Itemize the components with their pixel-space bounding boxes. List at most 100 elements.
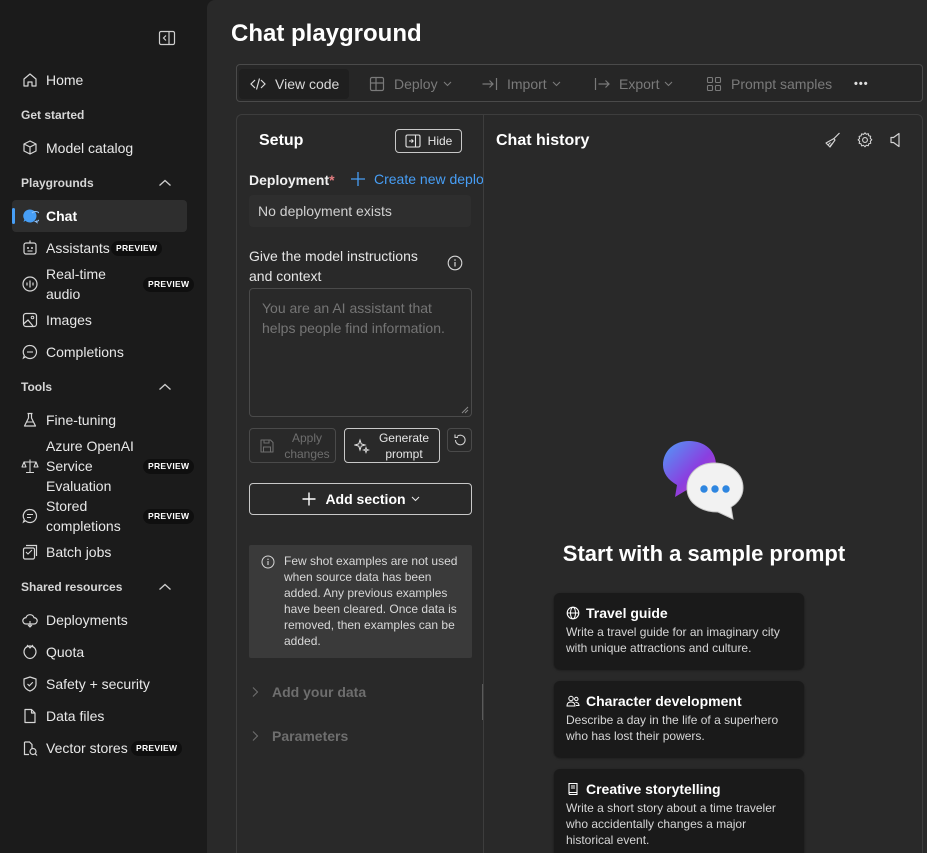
- view-code-button[interactable]: View code: [239, 69, 350, 99]
- flask-icon: [21, 411, 39, 429]
- sidebar-item-label: Deployments: [46, 612, 128, 628]
- section-shared-resources: Shared resources: [21, 580, 123, 594]
- preview-badge: PREVIEW: [143, 459, 195, 474]
- sample-prompt-card[interactable]: Travel guide Write a travel guide for an…: [554, 593, 804, 669]
- sidebar-item-quota[interactable]: Quota: [12, 636, 187, 668]
- import-button[interactable]: Import: [471, 69, 571, 99]
- generate-prompt-button[interactable]: Generate prompt: [344, 428, 440, 463]
- resize-grip-icon[interactable]: [461, 406, 469, 414]
- setup-pane: Setup Hide Deployment* Create new deploy…: [236, 114, 484, 853]
- notice-text: Few shot examples are not used when sour…: [284, 554, 458, 648]
- panel-hide-icon: [405, 134, 421, 148]
- sample-prompt-title: Travel guide: [586, 605, 668, 621]
- chevron-down-icon: [664, 81, 673, 87]
- speaker-icon[interactable]: [888, 131, 906, 149]
- sample-prompt-card[interactable]: Character development Describe a day in …: [554, 681, 804, 757]
- sidebar-item-deployments[interactable]: Deployments: [12, 604, 187, 636]
- sidebar-item-fine-tuning[interactable]: Fine-tuning: [12, 404, 187, 436]
- sample-prompt-card[interactable]: Creative storytelling Write a short stor…: [554, 769, 804, 853]
- sidebar-item-label: Batch jobs: [46, 544, 112, 560]
- sidebar-item-data-files[interactable]: Data files: [12, 700, 187, 732]
- section-get-started: Get started: [21, 108, 85, 122]
- sidebar-item-label: Data files: [46, 708, 105, 724]
- more-options-button[interactable]: •••: [844, 69, 879, 99]
- export-button[interactable]: Export: [583, 69, 683, 99]
- globe-icon: [566, 606, 580, 620]
- import-icon: [481, 75, 499, 93]
- people-icon: [566, 694, 580, 708]
- sidebar-item-label: Home: [46, 72, 84, 88]
- home-icon: [21, 71, 39, 89]
- sidebar-item-label: Fine-tuning: [46, 412, 117, 428]
- sidebar-item-chat[interactable]: Chat: [12, 200, 187, 232]
- main-panel: Chat playground View code Deploy Import …: [207, 0, 927, 853]
- chevron-up-icon[interactable]: [158, 178, 172, 188]
- sidebar-item-home[interactable]: Home: [12, 64, 187, 96]
- sidebar-item-label: Completions: [46, 344, 124, 360]
- sidebar: Home Get started Model catalog Playgroun…: [0, 0, 207, 853]
- reset-button[interactable]: [447, 428, 472, 452]
- sample-prompt-heading: Start with a sample prompt: [562, 541, 846, 566]
- sidebar-item-label: Images: [46, 312, 92, 328]
- required-mark: *: [329, 172, 335, 188]
- sidebar-item-batch-jobs[interactable]: Batch jobs: [12, 536, 187, 568]
- few-shot-notice: Few shot examples are not used when sour…: [249, 545, 472, 658]
- preview-badge: PREVIEW: [111, 241, 163, 256]
- assistant-icon: [21, 239, 39, 257]
- sample-prompt-title: Creative storytelling: [586, 781, 721, 797]
- gear-icon[interactable]: [856, 131, 874, 149]
- sample-prompt-desc: Write a short story about a time travele…: [566, 801, 776, 847]
- create-deployment-link[interactable]: Create new deployment: [349, 170, 483, 188]
- chat-icon: [21, 207, 39, 225]
- add-your-data-accordion[interactable]: Add your data: [251, 684, 366, 700]
- toolbar: View code Deploy Import Export Prompt sa…: [236, 64, 923, 102]
- chevron-up-icon[interactable]: [158, 582, 172, 592]
- preview-badge: PREVIEW: [143, 277, 195, 292]
- hide-button[interactable]: Hide: [395, 129, 462, 153]
- stored-icon: [21, 507, 39, 525]
- sidebar-item-label: Azure OpenAI Service Evaluation: [46, 438, 134, 494]
- file-icon: [21, 707, 39, 725]
- create-deployment-clip: Create new deployment: [349, 170, 483, 192]
- deployment-select[interactable]: No deployment exists: [249, 195, 471, 227]
- broom-icon[interactable]: [824, 131, 842, 149]
- audio-icon: [21, 275, 39, 293]
- image-icon: [21, 311, 39, 329]
- apply-changes-button[interactable]: Apply changes: [249, 428, 336, 463]
- page-title: Chat playground: [231, 20, 422, 47]
- sidebar-item-images[interactable]: Images: [12, 304, 187, 336]
- scale-icon: [21, 457, 39, 475]
- sidebar-item-label: Chat: [46, 208, 78, 224]
- sample-prompt-desc: Describe a day in the life of a superher…: [566, 713, 779, 743]
- sidebar-item-label: Safety + security: [46, 676, 150, 692]
- prompt-samples-button[interactable]: Prompt samples: [695, 69, 842, 99]
- system-message-input[interactable]: [249, 288, 472, 417]
- chat-history-title: Chat history: [496, 132, 590, 149]
- grid-icon: [705, 75, 723, 93]
- preview-badge: PREVIEW: [131, 741, 183, 756]
- preview-badge: PREVIEW: [143, 509, 195, 524]
- info-icon[interactable]: [447, 255, 463, 271]
- plus-icon: [349, 170, 367, 188]
- section-tools: Tools: [21, 380, 53, 394]
- chat-pane: Chat history Start with a sample prompt …: [483, 114, 923, 853]
- plus-icon: [301, 491, 317, 507]
- save-icon: [259, 438, 275, 454]
- collapse-sidebar-icon[interactable]: [158, 30, 176, 46]
- reset-icon: [453, 433, 467, 447]
- chevron-up-icon[interactable]: [158, 382, 172, 392]
- instructions-label: Give the model instructions and context: [249, 248, 418, 284]
- sidebar-item-safety[interactable]: Safety + security: [12, 668, 187, 700]
- batch-icon: [21, 543, 39, 561]
- add-section-button[interactable]: Add section: [249, 483, 472, 515]
- deploy-button[interactable]: Deploy: [358, 69, 462, 99]
- sidebar-item-model-catalog[interactable]: Model catalog: [12, 132, 187, 164]
- chevron-down-icon: [552, 81, 561, 87]
- sample-prompt-title: Character development: [586, 693, 742, 709]
- sidebar-item-completions[interactable]: Completions: [12, 336, 187, 368]
- cube-icon: [21, 139, 39, 157]
- sample-prompt-desc: Write a travel guide for an imaginary ci…: [566, 625, 780, 655]
- export-icon: [593, 75, 611, 93]
- parameters-accordion[interactable]: Parameters: [251, 728, 348, 744]
- deployment-label: Deployment*: [249, 172, 335, 188]
